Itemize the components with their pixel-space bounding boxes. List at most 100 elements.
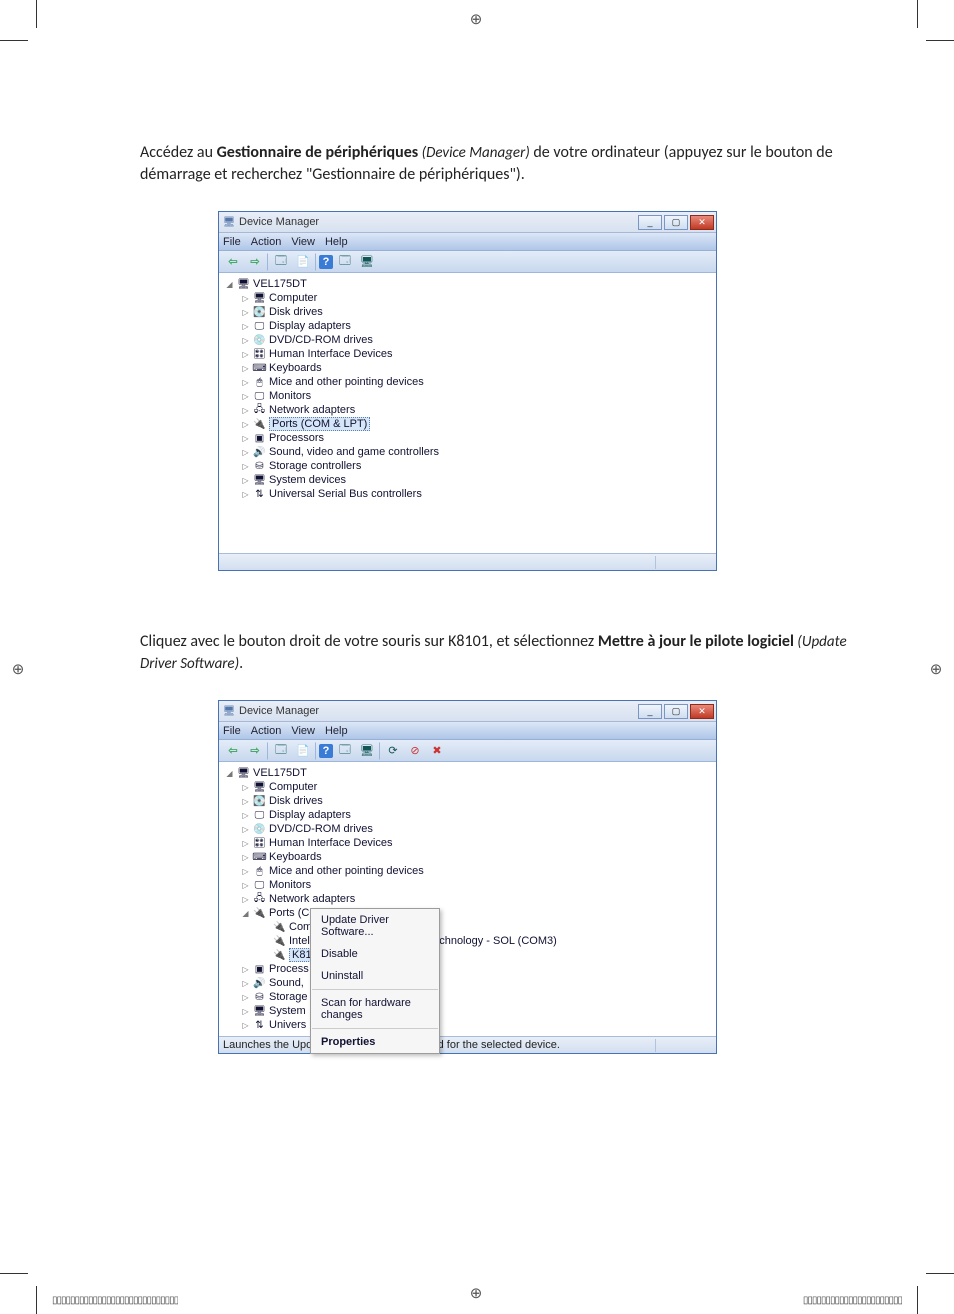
scan-hardware-icon[interactable]: 🖥 xyxy=(357,742,377,760)
tree-item-keyboards[interactable]: Keyboards xyxy=(269,362,322,374)
expand-icon[interactable]: ▷ xyxy=(241,965,250,974)
expand-icon[interactable]: ▷ xyxy=(241,434,250,443)
menu-view[interactable]: View xyxy=(291,236,315,248)
expand-icon[interactable]: ▷ xyxy=(241,1021,250,1030)
expand-icon[interactable]: ▷ xyxy=(241,839,250,848)
tree-item-usb[interactable]: Univers xyxy=(269,1019,306,1031)
expand-icon[interactable]: ▷ xyxy=(241,420,250,429)
expand-icon[interactable]: ▷ xyxy=(241,825,250,834)
expand-icon[interactable]: ▷ xyxy=(241,308,250,317)
expand-icon[interactable]: ▷ xyxy=(241,476,250,485)
toolbar-icon[interactable]: 📄 xyxy=(293,253,313,271)
tree-item-monitors[interactable]: Monitors xyxy=(269,879,311,891)
help-icon[interactable]: ? xyxy=(319,744,333,758)
toolbar-icon[interactable]: 🗔 xyxy=(271,253,291,271)
update-driver-icon[interactable]: ⟳ xyxy=(383,742,403,760)
tree-item-system[interactable]: System devices xyxy=(269,474,346,486)
expand-icon[interactable]: ▷ xyxy=(241,406,250,415)
expand-icon[interactable]: ▷ xyxy=(241,811,250,820)
tree-item-sound[interactable]: Sound, xyxy=(269,977,304,989)
tree-item-mice[interactable]: Mice and other pointing devices xyxy=(269,865,424,877)
expand-icon[interactable]: ▷ xyxy=(241,993,250,1002)
help-icon[interactable]: ? xyxy=(319,255,333,269)
maximize-button[interactable]: ▢ xyxy=(664,215,688,230)
scan-hardware-icon[interactable]: 🖥 xyxy=(357,253,377,271)
collapse-icon[interactable]: ◢ xyxy=(241,909,250,918)
expand-icon[interactable]: ▷ xyxy=(241,853,250,862)
expand-icon[interactable]: ▷ xyxy=(241,867,250,876)
device-tree[interactable]: ◢ 🖥 VEL175DT ▷🖥Computer ▷💽Disk drives ▷🖵… xyxy=(219,273,716,553)
tree-item-display[interactable]: Display adapters xyxy=(269,809,351,821)
tree-item-monitors[interactable]: Monitors xyxy=(269,390,311,402)
tree-item-keyboards[interactable]: Keyboards xyxy=(269,851,322,863)
ctx-scan[interactable]: Scan for hardware changes xyxy=(311,992,439,1026)
menu-view[interactable]: View xyxy=(291,725,315,737)
toolbar-icon[interactable]: 🗔 xyxy=(271,742,291,760)
collapse-icon[interactable]: ◢ xyxy=(225,769,234,778)
ctx-uninstall[interactable]: Uninstall xyxy=(311,965,439,987)
tree-item-disk[interactable]: Disk drives xyxy=(269,306,323,318)
expand-icon[interactable]: ▷ xyxy=(241,462,250,471)
back-button[interactable]: ⇦ xyxy=(223,742,243,760)
tree-item-network[interactable]: Network adapters xyxy=(269,404,355,416)
expand-icon[interactable]: ▷ xyxy=(241,350,250,359)
forward-button[interactable]: ⇨ xyxy=(245,742,265,760)
forward-button[interactable]: ⇨ xyxy=(245,253,265,271)
menu-file[interactable]: File xyxy=(223,236,241,248)
tree-item-dvd[interactable]: DVD/CD-ROM drives xyxy=(269,334,373,346)
expand-icon[interactable]: ▷ xyxy=(241,336,250,345)
toolbar-icon[interactable]: 🗔 xyxy=(335,253,355,271)
expand-icon[interactable]: ▷ xyxy=(241,378,250,387)
expand-icon[interactable]: ▷ xyxy=(241,979,250,988)
toolbar-icon[interactable]: 📄 xyxy=(293,742,313,760)
tree-item-processors[interactable]: Processors xyxy=(269,432,324,444)
tree-item-mice[interactable]: Mice and other pointing devices xyxy=(269,376,424,388)
uninstall-icon[interactable]: ✖ xyxy=(427,742,447,760)
tree-item-ports[interactable]: Ports (COM & LPT) xyxy=(269,417,370,431)
minimize-button[interactable]: _ xyxy=(638,215,662,230)
menu-file[interactable]: File xyxy=(223,725,241,737)
tree-item-sound[interactable]: Sound, video and game controllers xyxy=(269,446,439,458)
ctx-update-driver[interactable]: Update Driver Software... xyxy=(311,909,439,943)
device-tree[interactable]: ◢🖥VEL175DT ▷🖥Computer ▷💽Disk drives ▷🖵Di… xyxy=(219,762,716,1036)
expand-icon[interactable]: ▷ xyxy=(241,448,250,457)
tree-item-display[interactable]: Display adapters xyxy=(269,320,351,332)
tree-item-network[interactable]: Network adapters xyxy=(269,893,355,905)
expand-icon[interactable]: ▷ xyxy=(241,783,250,792)
tree-item-storage[interactable]: Storage xyxy=(269,991,308,1003)
close-button[interactable]: ✕ xyxy=(690,215,714,230)
tree-item-storage[interactable]: Storage controllers xyxy=(269,460,361,472)
tree-item-usb[interactable]: Universal Serial Bus controllers xyxy=(269,488,422,500)
disable-icon[interactable]: ⊘ xyxy=(405,742,425,760)
tree-item-hid[interactable]: Human Interface Devices xyxy=(269,837,393,849)
tree-item-computer[interactable]: Computer xyxy=(269,781,317,793)
back-button[interactable]: ⇦ xyxy=(223,253,243,271)
toolbar-icon[interactable]: 🗔 xyxy=(335,742,355,760)
tree-item-disk[interactable]: Disk drives xyxy=(269,795,323,807)
expand-icon[interactable]: ▷ xyxy=(241,881,250,890)
expand-icon[interactable]: ▷ xyxy=(241,364,250,373)
menu-help[interactable]: Help xyxy=(325,725,348,737)
ctx-properties[interactable]: Properties xyxy=(311,1031,439,1053)
expand-icon[interactable]: ▷ xyxy=(241,490,250,499)
maximize-button[interactable]: ▢ xyxy=(664,704,688,719)
tree-item-computer[interactable]: Computer xyxy=(269,292,317,304)
expand-icon[interactable]: ▷ xyxy=(241,392,250,401)
expand-icon[interactable]: ▷ xyxy=(241,895,250,904)
expand-icon[interactable]: ▷ xyxy=(241,322,250,331)
minimize-button[interactable]: _ xyxy=(638,704,662,719)
menu-action[interactable]: Action xyxy=(251,725,282,737)
tree-item-dvd[interactable]: DVD/CD-ROM drives xyxy=(269,823,373,835)
menu-help[interactable]: Help xyxy=(325,236,348,248)
tree-root[interactable]: VEL175DT xyxy=(253,767,307,779)
expand-icon[interactable]: ▷ xyxy=(241,1007,250,1016)
close-button[interactable]: ✕ xyxy=(690,704,714,719)
tree-item-processors[interactable]: Process xyxy=(269,963,309,975)
tree-item-system[interactable]: System xyxy=(269,1005,306,1017)
expand-icon[interactable]: ▷ xyxy=(241,797,250,806)
menu-action[interactable]: Action xyxy=(251,236,282,248)
expand-icon[interactable]: ▷ xyxy=(241,294,250,303)
ctx-disable[interactable]: Disable xyxy=(311,943,439,965)
tree-root[interactable]: VEL175DT xyxy=(253,278,307,290)
tree-item-hid[interactable]: Human Interface Devices xyxy=(269,348,393,360)
